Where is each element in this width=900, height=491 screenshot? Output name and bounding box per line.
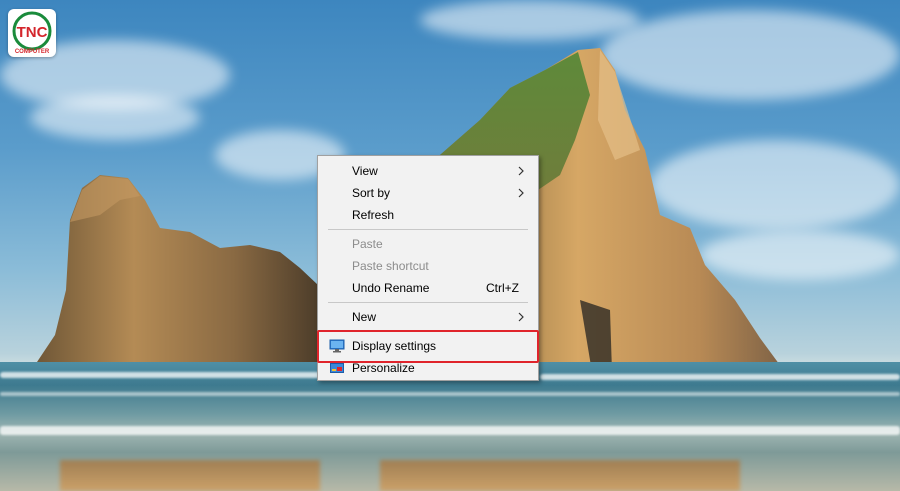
rock-reflection [380, 460, 740, 491]
menu-item-label: View [352, 164, 378, 178]
svg-text:TNC: TNC [17, 24, 48, 41]
personalize-icon [330, 363, 344, 373]
desktop-context-menu: View Sort by Refresh Paste Paste shortcu… [317, 155, 539, 381]
menu-item-sort-by[interactable]: Sort by [318, 182, 538, 204]
menu-item-shortcut: Ctrl+Z [486, 281, 519, 295]
chevron-right-icon [518, 166, 524, 176]
chevron-right-icon [518, 188, 524, 198]
menu-item-refresh[interactable]: Refresh [318, 204, 538, 226]
menu-item-label: Paste shortcut [352, 259, 429, 273]
wave [0, 392, 900, 396]
menu-item-label: New [352, 310, 377, 324]
menu-separator [328, 331, 528, 332]
menu-item-undo-rename[interactable]: Undo Rename Ctrl+Z [318, 277, 538, 299]
svg-text:COMPUTER: COMPUTER [15, 49, 50, 55]
display-icon [329, 339, 345, 353]
menu-item-label: Paste [352, 237, 383, 251]
menu-item-personalize[interactable]: Personalize [318, 357, 538, 379]
menu-item-label: Personalize [352, 361, 415, 375]
menu-item-display-settings[interactable]: Display settings [318, 335, 538, 357]
rock-reflection [60, 460, 320, 491]
menu-item-paste[interactable]: Paste [318, 233, 538, 255]
menu-item-view[interactable]: View [318, 160, 538, 182]
chevron-right-icon [518, 312, 524, 322]
menu-item-new[interactable]: New [318, 306, 538, 328]
wave [0, 426, 900, 435]
menu-item-paste-shortcut[interactable]: Paste shortcut [318, 255, 538, 277]
menu-item-label: Refresh [352, 208, 395, 222]
tnc-computer-logo: TNC COMPUTER [8, 9, 56, 57]
wave [0, 372, 320, 378]
menu-item-label: Undo Rename [352, 281, 430, 295]
menu-item-label: Display settings [352, 339, 437, 353]
menu-separator [328, 302, 528, 303]
wave [540, 374, 900, 380]
menu-item-label: Sort by [352, 186, 391, 200]
menu-separator [328, 229, 528, 230]
